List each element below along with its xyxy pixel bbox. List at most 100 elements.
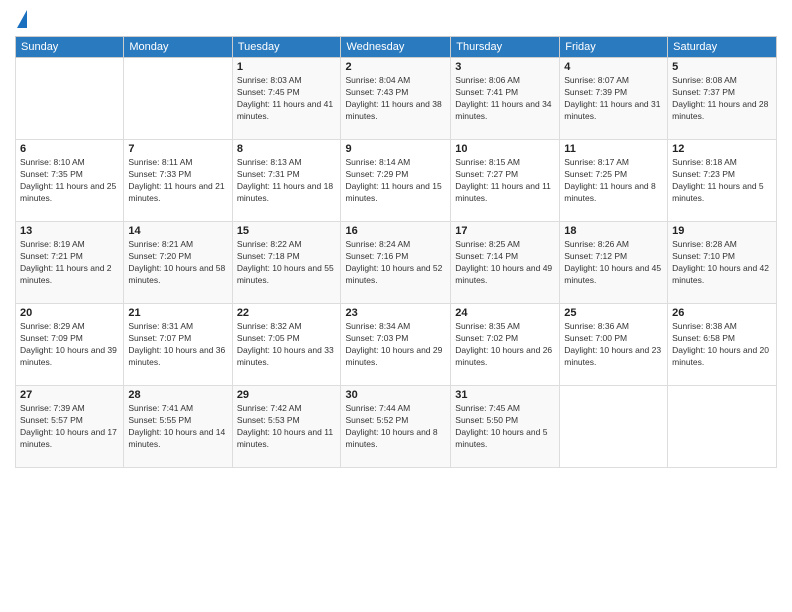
calendar-cell: 31 Sunrise: 7:45 AM Sunset: 5:50 PM Dayli… bbox=[451, 386, 560, 468]
day-number: 2 bbox=[345, 61, 446, 73]
day-info: Sunrise: 8:21 AM Sunset: 7:20 PM Dayligh… bbox=[128, 239, 227, 287]
day-number: 19 bbox=[672, 225, 772, 237]
day-info: Sunrise: 8:10 AM Sunset: 7:35 PM Dayligh… bbox=[20, 157, 119, 205]
day-info: Sunrise: 8:19 AM Sunset: 7:21 PM Dayligh… bbox=[20, 239, 119, 287]
day-info: Sunrise: 8:17 AM Sunset: 7:25 PM Dayligh… bbox=[564, 157, 663, 205]
calendar-cell: 15Sunrise: 8:22 AM Sunset: 7:18 PM Dayli… bbox=[232, 222, 341, 304]
calendar-cell: 1 Sunrise: 8:03 AM Sunset: 7:45 PM Daylig… bbox=[232, 58, 341, 140]
calendar-cell: 10 Sunrise: 8:15 AM Sunset: 7:27 PM Dayli… bbox=[451, 140, 560, 222]
day-info: Sunrise: 8:08 AM Sunset: 7:37 PM Dayligh… bbox=[672, 75, 772, 123]
day-info: Sunrise: 8:03 AM Sunset: 7:45 PM Dayligh… bbox=[237, 75, 337, 123]
day-info: Sunrise: 8:26 AM Sunset: 7:12 PM Dayligh… bbox=[564, 239, 663, 287]
calendar-cell: 19 Sunrise: 8:28 AM Sunset: 7:10 PM Dayli… bbox=[668, 222, 777, 304]
calendar-cell: 28Sunrise: 7:41 AM Sunset: 5:55 PM Dayli… bbox=[124, 386, 232, 468]
day-number: 30 bbox=[345, 389, 446, 401]
calendar-cell: 3 Sunrise: 8:06 AM Sunset: 7:41 PM Daylig… bbox=[451, 58, 560, 140]
day-number: 31 bbox=[455, 389, 555, 401]
day-number: 3 bbox=[455, 61, 555, 73]
day-info: Sunrise: 8:15 AM Sunset: 7:27 PM Dayligh… bbox=[455, 157, 555, 205]
weekday-header: Wednesday bbox=[341, 37, 451, 58]
calendar-cell bbox=[560, 386, 668, 468]
calendar-cell: 23 Sunrise: 8:34 AM Sunset: 7:03 PM Dayli… bbox=[341, 304, 451, 386]
calendar-header-row: SundayMondayTuesdayWednesdayThursdayFrid… bbox=[16, 37, 777, 58]
day-number: 14 bbox=[128, 225, 227, 237]
day-info: Sunrise: 8:07 AM Sunset: 7:39 PM Dayligh… bbox=[564, 75, 663, 123]
calendar-cell: 4 Sunrise: 8:07 AM Sunset: 7:39 PM Daylig… bbox=[560, 58, 668, 140]
day-info: Sunrise: 8:34 AM Sunset: 7:03 PM Dayligh… bbox=[345, 321, 446, 369]
calendar-cell bbox=[16, 58, 124, 140]
day-info: Sunrise: 8:06 AM Sunset: 7:41 PM Dayligh… bbox=[455, 75, 555, 123]
calendar-cell: 26 Sunrise: 8:38 AM Sunset: 6:58 PM Dayli… bbox=[668, 304, 777, 386]
day-number: 15 bbox=[237, 225, 337, 237]
calendar-cell: 16 Sunrise: 8:24 AM Sunset: 7:16 PM Dayli… bbox=[341, 222, 451, 304]
calendar-cell: 18 Sunrise: 8:26 AM Sunset: 7:12 PM Dayli… bbox=[560, 222, 668, 304]
day-number: 27 bbox=[20, 389, 119, 401]
day-number: 1 bbox=[237, 61, 337, 73]
day-info: Sunrise: 8:04 AM Sunset: 7:43 PM Dayligh… bbox=[345, 75, 446, 123]
calendar-week-row: 20 Sunrise: 8:29 AM Sunset: 7:09 PM Dayli… bbox=[16, 304, 777, 386]
calendar-cell: 9 Sunrise: 8:14 AM Sunset: 7:29 PM Daylig… bbox=[341, 140, 451, 222]
calendar-cell: 17Sunrise: 8:25 AM Sunset: 7:14 PM Dayli… bbox=[451, 222, 560, 304]
day-number: 7 bbox=[128, 143, 227, 155]
calendar-cell: 20 Sunrise: 8:29 AM Sunset: 7:09 PM Dayli… bbox=[16, 304, 124, 386]
day-number: 23 bbox=[345, 307, 446, 319]
calendar-cell: 21 Sunrise: 8:31 AM Sunset: 7:07 PM Dayli… bbox=[124, 304, 232, 386]
day-info: Sunrise: 8:14 AM Sunset: 7:29 PM Dayligh… bbox=[345, 157, 446, 205]
day-info: Sunrise: 8:35 AM Sunset: 7:02 PM Dayligh… bbox=[455, 321, 555, 369]
calendar-week-row: 6 Sunrise: 8:10 AM Sunset: 7:35 PM Daylig… bbox=[16, 140, 777, 222]
day-info: Sunrise: 7:45 AM Sunset: 5:50 PM Dayligh… bbox=[455, 403, 555, 451]
calendar-week-row: 13 Sunrise: 8:19 AM Sunset: 7:21 PM Dayli… bbox=[16, 222, 777, 304]
calendar-cell: 8 Sunrise: 8:13 AM Sunset: 7:31 PM Daylig… bbox=[232, 140, 341, 222]
calendar-cell bbox=[668, 386, 777, 468]
weekday-header: Tuesday bbox=[232, 37, 341, 58]
day-info: Sunrise: 8:29 AM Sunset: 7:09 PM Dayligh… bbox=[20, 321, 119, 369]
day-number: 8 bbox=[237, 143, 337, 155]
day-number: 4 bbox=[564, 61, 663, 73]
calendar-cell: 2 Sunrise: 8:04 AM Sunset: 7:43 PM Daylig… bbox=[341, 58, 451, 140]
page: SundayMondayTuesdayWednesdayThursdayFrid… bbox=[0, 0, 792, 612]
weekday-header: Sunday bbox=[16, 37, 124, 58]
day-info: Sunrise: 8:38 AM Sunset: 6:58 PM Dayligh… bbox=[672, 321, 772, 369]
weekday-header: Monday bbox=[124, 37, 232, 58]
day-info: Sunrise: 8:18 AM Sunset: 7:23 PM Dayligh… bbox=[672, 157, 772, 205]
day-info: Sunrise: 8:32 AM Sunset: 7:05 PM Dayligh… bbox=[237, 321, 337, 369]
day-number: 16 bbox=[345, 225, 446, 237]
calendar-cell: 25Sunrise: 8:36 AM Sunset: 7:00 PM Dayli… bbox=[560, 304, 668, 386]
calendar-cell: 11 Sunrise: 8:17 AM Sunset: 7:25 PM Dayli… bbox=[560, 140, 668, 222]
day-number: 17 bbox=[455, 225, 555, 237]
day-info: Sunrise: 8:31 AM Sunset: 7:07 PM Dayligh… bbox=[128, 321, 227, 369]
day-number: 26 bbox=[672, 307, 772, 319]
calendar-cell: 22 Sunrise: 8:32 AM Sunset: 7:05 PM Dayli… bbox=[232, 304, 341, 386]
day-number: 25 bbox=[564, 307, 663, 319]
day-info: Sunrise: 8:11 AM Sunset: 7:33 PM Dayligh… bbox=[128, 157, 227, 205]
day-number: 10 bbox=[455, 143, 555, 155]
calendar-week-row: 27 Sunrise: 7:39 AM Sunset: 5:57 PM Dayli… bbox=[16, 386, 777, 468]
day-number: 29 bbox=[237, 389, 337, 401]
calendar-cell: 6 Sunrise: 8:10 AM Sunset: 7:35 PM Daylig… bbox=[16, 140, 124, 222]
day-info: Sunrise: 7:42 AM Sunset: 5:53 PM Dayligh… bbox=[237, 403, 337, 451]
calendar: SundayMondayTuesdayWednesdayThursdayFrid… bbox=[15, 36, 777, 468]
header bbox=[15, 10, 777, 28]
day-number: 20 bbox=[20, 307, 119, 319]
day-number: 13 bbox=[20, 225, 119, 237]
day-info: Sunrise: 8:13 AM Sunset: 7:31 PM Dayligh… bbox=[237, 157, 337, 205]
day-info: Sunrise: 8:28 AM Sunset: 7:10 PM Dayligh… bbox=[672, 239, 772, 287]
day-info: Sunrise: 8:24 AM Sunset: 7:16 PM Dayligh… bbox=[345, 239, 446, 287]
day-info: Sunrise: 7:39 AM Sunset: 5:57 PM Dayligh… bbox=[20, 403, 119, 451]
calendar-cell: 14 Sunrise: 8:21 AM Sunset: 7:20 PM Dayli… bbox=[124, 222, 232, 304]
calendar-cell: 30 Sunrise: 7:44 AM Sunset: 5:52 PM Dayli… bbox=[341, 386, 451, 468]
calendar-cell: 5Sunrise: 8:08 AM Sunset: 7:37 PM Daylig… bbox=[668, 58, 777, 140]
day-info: Sunrise: 7:44 AM Sunset: 5:52 PM Dayligh… bbox=[345, 403, 446, 451]
calendar-cell: 27 Sunrise: 7:39 AM Sunset: 5:57 PM Dayli… bbox=[16, 386, 124, 468]
day-number: 21 bbox=[128, 307, 227, 319]
day-number: 28 bbox=[128, 389, 227, 401]
day-number: 22 bbox=[237, 307, 337, 319]
day-number: 9 bbox=[345, 143, 446, 155]
day-number: 18 bbox=[564, 225, 663, 237]
day-number: 6 bbox=[20, 143, 119, 155]
logo-triangle-icon bbox=[17, 10, 27, 28]
day-number: 11 bbox=[564, 143, 663, 155]
calendar-cell: 12Sunrise: 8:18 AM Sunset: 7:23 PM Dayli… bbox=[668, 140, 777, 222]
weekday-header: Saturday bbox=[668, 37, 777, 58]
calendar-body: 1 Sunrise: 8:03 AM Sunset: 7:45 PM Daylig… bbox=[16, 58, 777, 468]
